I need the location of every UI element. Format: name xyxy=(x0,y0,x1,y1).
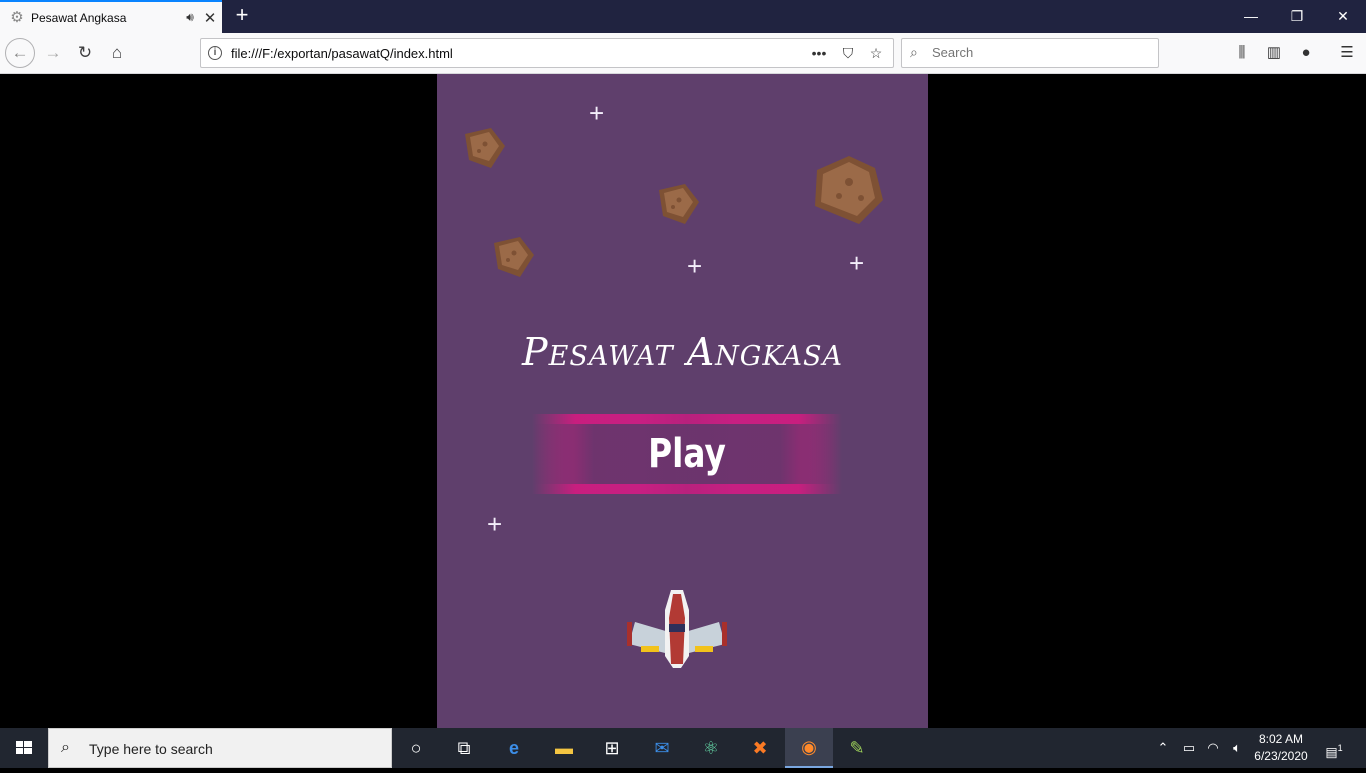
tab-bar: ⚙ Pesawat Angkasa 🔊︎ ✕ + — ❐ ✕ xyxy=(0,0,1366,33)
star-icon: + xyxy=(687,251,703,281)
asteroid-icon xyxy=(659,184,699,224)
reload-button[interactable]: ↻ xyxy=(70,38,100,68)
spaceship-icon xyxy=(627,590,727,668)
asteroid-icon xyxy=(815,156,883,224)
bookmark-star-icon[interactable]: ☆ xyxy=(865,42,887,64)
notification-count: 1 xyxy=(1337,743,1343,753)
store-icon[interactable]: ⊞ xyxy=(588,728,636,768)
new-tab-button[interactable]: + xyxy=(230,4,254,28)
clock-time: 8:02 AM xyxy=(1258,732,1304,746)
star-icon: + xyxy=(589,98,605,128)
restore-icon[interactable]: ❐ xyxy=(1274,0,1320,33)
url-bar[interactable]: i file:///F:/exportan/pasawatQ/index.htm… xyxy=(200,38,894,68)
search-input[interactable] xyxy=(932,45,1152,60)
home-button[interactable]: ⌂ xyxy=(102,38,132,68)
back-button[interactable]: ← xyxy=(5,38,35,68)
tab-close-icon[interactable]: ✕ xyxy=(198,9,222,27)
edge-icon[interactable]: e xyxy=(490,728,538,768)
start-button[interactable] xyxy=(0,728,48,768)
file-explorer-icon[interactable]: ▬ xyxy=(540,728,588,768)
taskbar-search[interactable]: ⌕ Type here to search xyxy=(48,728,392,768)
menu-icon[interactable]: ☰ xyxy=(1332,38,1362,68)
firefox-icon[interactable]: ◉ xyxy=(785,728,833,768)
system-clock[interactable]: 8:02 AM 6/23/2020 xyxy=(1250,731,1312,765)
star-icon: + xyxy=(487,509,503,539)
page-actions-icon[interactable]: ••• xyxy=(808,42,830,64)
xampp-icon[interactable]: ✖ xyxy=(736,728,784,768)
pocket-icon[interactable]: ⛉ xyxy=(837,42,859,64)
search-bar[interactable]: ⌕ xyxy=(901,38,1159,68)
clock-date: 6/23/2020 xyxy=(1254,749,1308,763)
browser-chrome: ⚙ Pesawat Angkasa 🔊︎ ✕ + — ❐ ✕ ← → ↻ ⌂ i… xyxy=(0,0,1366,74)
speaker-icon[interactable]: 🔊︎ xyxy=(182,10,198,25)
search-icon: ⌕ xyxy=(910,44,918,60)
asteroid-icon xyxy=(465,128,505,168)
game-canvas[interactable]: + + + + Pesawat Angkasa Play xyxy=(437,74,928,728)
nav-bar: ← → ↻ ⌂ i file:///F:/exportan/pasawatQ/i… xyxy=(0,33,1366,74)
chevron-up-icon[interactable]: ⌃ xyxy=(1152,728,1174,768)
url-text[interactable]: file:///F:/exportan/pasawatQ/index.html xyxy=(231,46,453,61)
page-viewport: + + + + Pesawat Angkasa Play xyxy=(0,74,1366,728)
tab-title: Pesawat Angkasa xyxy=(31,10,127,25)
atom-icon[interactable]: ⚛ xyxy=(687,728,735,768)
volume-icon[interactable]: 🔈︎ xyxy=(1226,728,1248,768)
sidebar-icon[interactable]: ▥ xyxy=(1259,38,1289,68)
forward-button[interactable]: → xyxy=(38,38,68,68)
asteroid-icon xyxy=(494,237,534,277)
search-icon: ⌕ xyxy=(61,739,70,756)
info-icon[interactable]: i xyxy=(208,46,222,60)
account-icon[interactable]: ● xyxy=(1291,38,1321,68)
taskbar-search-placeholder: Type here to search xyxy=(89,741,213,757)
battery-icon[interactable]: ▭ xyxy=(1178,728,1200,768)
taskbar: ⌕ Type here to search ○ ⧉ e ▬ ⊞ ✉ ⚛ ✖ ◉ … xyxy=(0,728,1366,768)
task-view-icon[interactable]: ⧉ xyxy=(440,728,488,768)
minimize-icon[interactable]: — xyxy=(1228,0,1274,33)
wifi-icon[interactable]: ◠ xyxy=(1202,728,1224,768)
windows-icon xyxy=(16,741,32,754)
browser-tab[interactable]: ⚙ Pesawat Angkasa 🔊︎ ✕ xyxy=(0,0,222,33)
game-title: Pesawat Angkasa xyxy=(522,330,843,374)
notification-center-icon[interactable]: ▤1 xyxy=(1318,728,1350,768)
play-button-label: Play xyxy=(648,431,726,477)
cortana-icon[interactable]: ○ xyxy=(392,728,440,768)
star-icon: + xyxy=(849,248,865,278)
play-button[interactable]: Play xyxy=(532,414,842,494)
notepad-plus-icon[interactable]: ✎ xyxy=(833,728,881,768)
window-close-icon[interactable]: ✕ xyxy=(1320,0,1366,33)
mail-icon[interactable]: ✉ xyxy=(638,728,686,768)
gear-icon: ⚙ xyxy=(10,8,24,26)
library-icon[interactable]: ⫼ xyxy=(1227,38,1257,68)
